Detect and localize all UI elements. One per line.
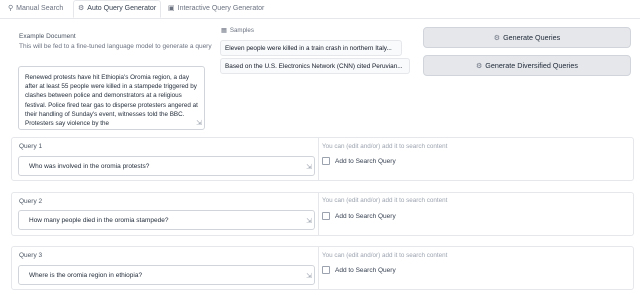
checkbox-label: Add to Search Query bbox=[335, 212, 396, 220]
query-hint: You can (edit and/or) add it to search c… bbox=[322, 143, 448, 150]
samples-label-text: Samples bbox=[229, 27, 254, 34]
generate-queries-button[interactable]: ⚙ Generate Queries bbox=[423, 27, 631, 48]
gear-icon: ⚙ bbox=[78, 5, 85, 12]
resize-handle-icon[interactable]: ⇲ bbox=[306, 267, 312, 284]
query-text: How many people died in the oromia stamp… bbox=[29, 217, 169, 224]
gear-icon: ⚙ bbox=[476, 62, 483, 70]
sample-item[interactable]: Eleven people were killed in a train cra… bbox=[220, 40, 402, 56]
button-label: Generate Queries bbox=[503, 33, 561, 42]
tab-auto-query-generator[interactable]: ⚙ Auto Query Generator bbox=[73, 0, 162, 18]
checkbox-box[interactable] bbox=[322, 266, 330, 274]
query-hint: You can (edit and/or) add it to search c… bbox=[322, 197, 448, 204]
tab-label: Interactive Query Generator bbox=[177, 5, 265, 12]
samples-label: ▦ Samples bbox=[221, 27, 254, 34]
search-icon: ⚲ bbox=[8, 5, 14, 12]
tab-bar: ⚲ Manual Search ⚙ Auto Query Generator ▣… bbox=[0, 0, 640, 19]
tab-interactive-query-generator[interactable]: ▣ Interactive Query Generator bbox=[164, 1, 268, 17]
resize-handle-icon[interactable]: ⇲ bbox=[196, 119, 202, 128]
checkbox-label: Add to Search Query bbox=[335, 157, 396, 165]
tab-manual-search[interactable]: ⚲ Manual Search bbox=[4, 1, 67, 17]
add-to-search-checkbox[interactable]: Add to Search Query bbox=[322, 266, 396, 274]
resize-handle-icon[interactable]: ⇲ bbox=[306, 212, 312, 229]
example-document-textarea[interactable]: Renewed protests have hit Ethiopia's Oro… bbox=[18, 66, 205, 130]
window-icon: ▣ bbox=[168, 5, 175, 12]
query-text: Who was involved in the oromia protests? bbox=[29, 163, 150, 170]
example-document-label: Example Document bbox=[19, 33, 76, 40]
checkbox-box[interactable] bbox=[322, 157, 330, 165]
checkbox-label: Add to Search Query bbox=[335, 266, 396, 274]
generate-diversified-queries-button[interactable]: ⚙ Generate Diversified Queries bbox=[423, 55, 631, 76]
samples-icon: ▦ bbox=[221, 27, 227, 34]
checkbox-box[interactable] bbox=[322, 212, 330, 220]
tab-label: Manual Search bbox=[16, 5, 64, 12]
example-document-description: This will be fed to a fine-tuned languag… bbox=[19, 43, 212, 50]
query-hint: You can (edit and/or) add it to search c… bbox=[322, 252, 448, 259]
query-label: Query 3 bbox=[19, 252, 43, 259]
query-input[interactable]: Who was involved in the oromia protests?… bbox=[18, 156, 315, 176]
sample-item[interactable]: Based on the U.S. Electronics Network (C… bbox=[220, 58, 410, 74]
query-label: Query 2 bbox=[19, 198, 43, 205]
resize-handle-icon[interactable]: ⇲ bbox=[306, 158, 312, 175]
query-label: Query 1 bbox=[19, 143, 43, 150]
query-input[interactable]: How many people died in the oromia stamp… bbox=[18, 210, 315, 230]
query-input[interactable]: Where is the oromia region in ethiopia? … bbox=[18, 265, 315, 285]
button-label: Generate Diversified Queries bbox=[485, 61, 578, 70]
add-to-search-checkbox[interactable]: Add to Search Query bbox=[322, 212, 396, 220]
add-to-search-checkbox[interactable]: Add to Search Query bbox=[322, 157, 396, 165]
query-text: Where is the oromia region in ethiopia? bbox=[29, 272, 143, 279]
gear-icon: ⚙ bbox=[493, 34, 501, 42]
example-document-text: Renewed protests have hit Ethiopia's Oro… bbox=[25, 74, 198, 128]
tab-label: Auto Query Generator bbox=[87, 5, 157, 12]
